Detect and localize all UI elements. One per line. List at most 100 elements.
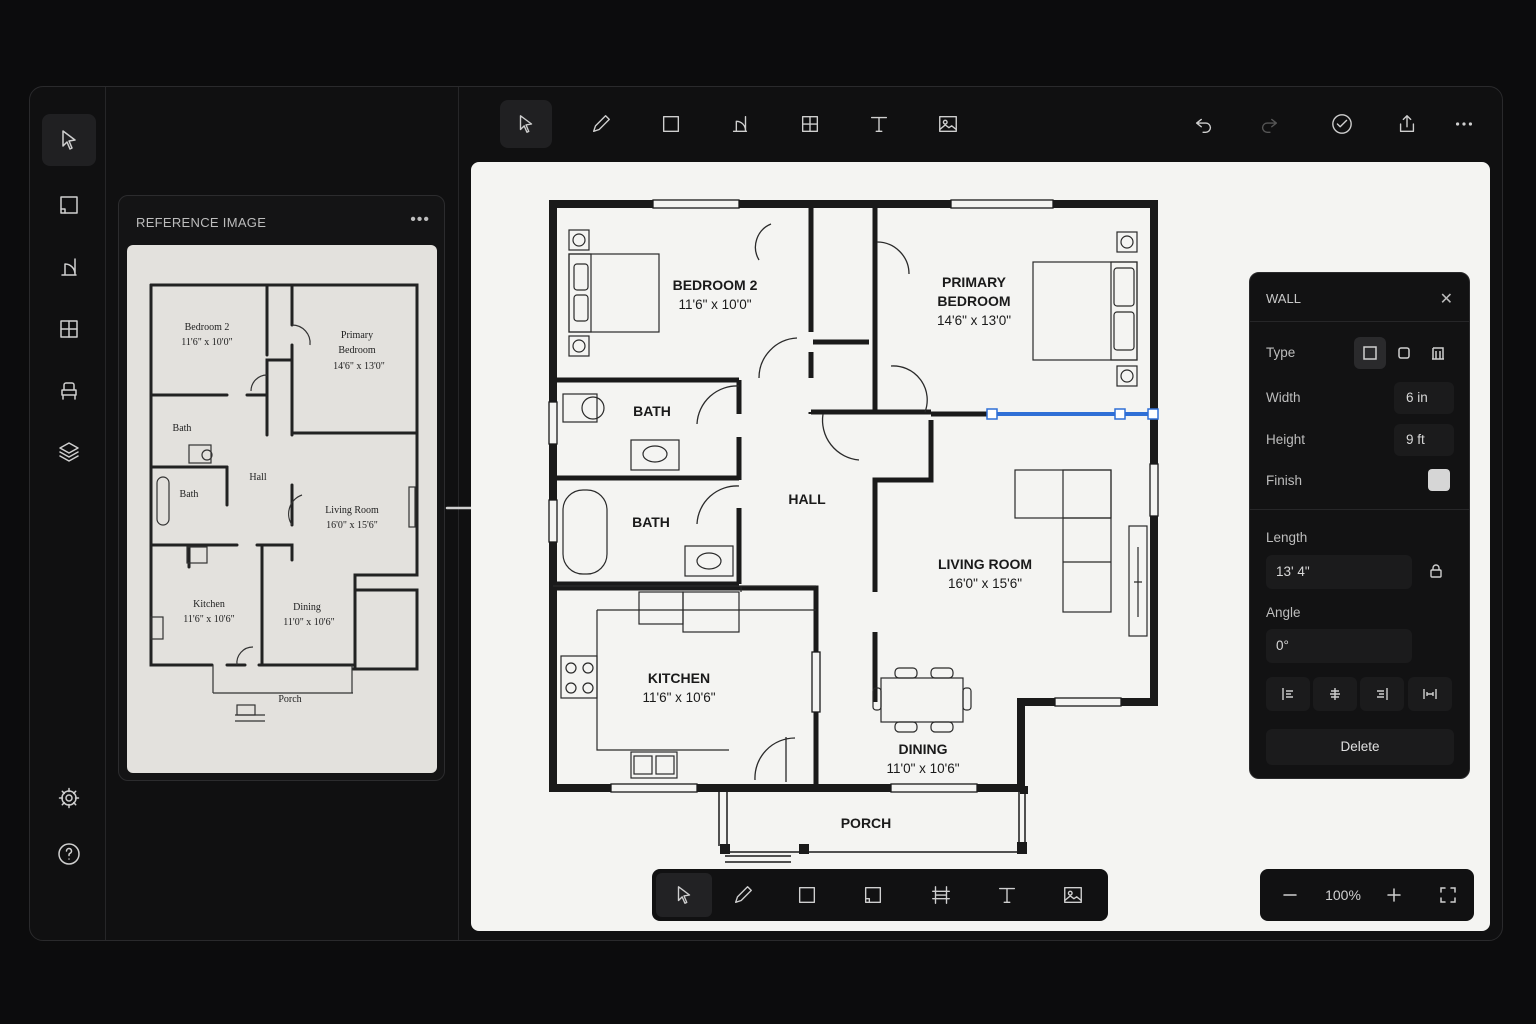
top-rect-tool[interactable] [645,100,697,148]
room-label-porch: PORCH [841,814,892,833]
top-door-tool[interactable] [714,100,766,148]
length-input[interactable]: 13' 4" [1266,555,1412,589]
zoom-in-button[interactable] [1374,869,1414,921]
rail-select-tool[interactable] [42,114,96,166]
window-icon [801,115,819,133]
zoom-out-button[interactable] [1270,869,1310,921]
room-name: HALL [788,491,826,507]
room-label-bedroom2: BEDROOM 2 11'6" x 10'0" [673,276,758,314]
sketch-floorplan: Bedroom 2 11'6" x 10'0" Primary Bedroom … [149,283,419,722]
zoom-controls: 100% [1260,869,1474,921]
pencil-icon [592,115,610,133]
angle-input[interactable]: 0° [1266,629,1412,663]
rail-window-tool[interactable] [42,303,96,355]
more-menu-button[interactable] [1438,100,1490,148]
bottom-select-tool[interactable] [656,873,712,917]
height-label: Height [1266,432,1306,447]
sketch-primary-name2: Bedroom [338,345,375,356]
undo-icon [1195,118,1212,133]
sketch-bath1: Bath [173,423,192,434]
room-name: DINING [898,741,948,757]
angle-label: Angle [1266,605,1301,620]
top-toolbar [460,86,1500,162]
sketch-dining-name: Dining [293,602,321,613]
rectangle-icon [798,886,816,904]
align-left-icon [1282,688,1293,700]
rounded-square-icon [1398,347,1410,359]
more-horizontal-icon[interactable]: ••• [410,211,430,229]
room-dimensions: 11'6" x 10'0" [678,297,752,312]
room-label-kitchen: KITCHEN 11'6" x 10'6" [642,669,715,707]
text-icon [870,116,888,133]
share-button[interactable] [1381,100,1433,148]
redo-button[interactable] [1243,100,1295,148]
fullscreen-button[interactable] [1428,869,1468,921]
sketch-primary-dim: 14'6" x 13'0" [333,361,385,372]
bottom-stairs-tool[interactable] [913,873,969,917]
distribute-button[interactable] [1408,677,1452,711]
top-text-tool[interactable] [853,100,905,148]
check-circle-icon [1332,114,1352,134]
room-name: BATH [632,514,670,530]
left-rail [30,87,106,940]
rail-settings[interactable] [42,772,96,824]
door-icon [732,115,748,133]
bottom-toolbar [652,869,1108,921]
sketch-kitchen-dim: 11'6" x 10'6" [183,614,234,625]
reference-title: REFERENCE IMAGE [136,215,267,230]
confirm-button[interactable] [1316,100,1368,148]
wall-type-solid-button[interactable] [1354,337,1386,369]
top-image-tool[interactable] [922,100,974,148]
finish-color-swatch[interactable] [1428,469,1450,491]
top-pen-tool[interactable] [575,100,627,148]
rail-layers-tool[interactable] [42,426,96,478]
rail-door-tool[interactable] [42,241,96,293]
length-label: Length [1266,530,1308,545]
bottom-rect-tool[interactable] [779,873,835,917]
layers-icon [59,442,79,462]
top-select-tool[interactable] [500,100,552,148]
close-icon[interactable]: ✕ [1440,289,1453,309]
wall-type-framed-button[interactable] [1422,337,1454,369]
lock-icon[interactable] [1428,563,1444,579]
sketch-dining-dim: 11'0" x 10'6" [283,617,334,628]
divider [1250,321,1469,322]
selected-wall[interactable] [986,408,1159,420]
room-dimensions: 11'6" x 10'6" [642,690,716,705]
bottom-room-tool[interactable] [845,873,901,917]
align-center-button[interactable] [1313,677,1357,711]
align-left-button[interactable] [1266,677,1310,711]
rail-help[interactable] [42,828,96,880]
expand-icon [1440,887,1456,903]
frame-icon [1432,347,1444,360]
room-icon [864,886,882,904]
rail-room-tool[interactable] [42,179,96,231]
reference-sketch-image: Bedroom 2 11'6" x 10'0" Primary Bedroom … [127,245,437,773]
align-right-button[interactable] [1360,677,1404,711]
height-input[interactable]: 9 ft [1394,424,1454,456]
text-icon [998,887,1016,904]
delete-button[interactable]: Delete [1266,729,1454,765]
rail-furniture-tool[interactable] [42,365,96,417]
room-name: KITCHEN [647,670,711,686]
door-icon [61,258,77,276]
align-center-icon [1330,688,1340,700]
wall-type-rounded-button[interactable] [1388,337,1420,369]
cursor-icon [519,115,533,133]
top-window-tool[interactable] [784,100,836,148]
width-input[interactable]: 6 in [1394,382,1454,414]
bottom-pen-tool[interactable] [715,873,771,917]
sketch-kitchen-name: Kitchen [193,599,225,610]
pencil-icon [734,886,752,904]
panel-title: WALL [1266,291,1301,306]
undo-button[interactable] [1178,100,1230,148]
align-right-icon [1377,688,1388,700]
image-icon [1064,886,1082,904]
minus-icon [1283,894,1297,896]
bottom-text-tool[interactable] [979,873,1035,917]
bottom-image-tool[interactable] [1045,873,1101,917]
zoom-level[interactable]: 100% [1318,869,1368,921]
room-label-living: LIVING ROOM 16'0" x 15'6" [938,555,1032,593]
room-dimensions: 14'6" x 13'0" [936,313,1012,328]
sketch-bedroom2-dim: 11'6" x 10'0" [181,337,232,348]
